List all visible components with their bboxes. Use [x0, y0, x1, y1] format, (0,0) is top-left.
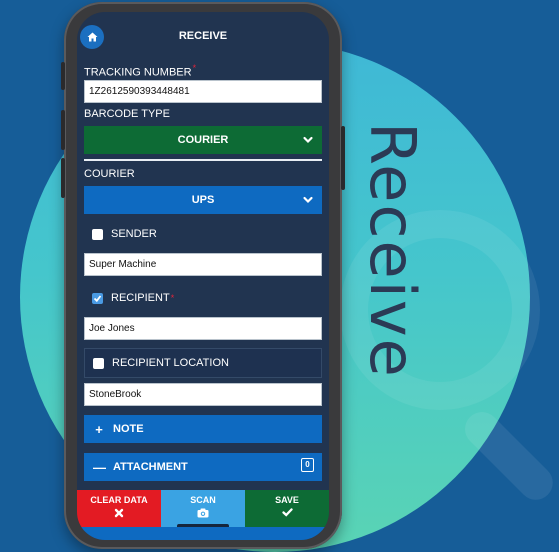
app-screen: RECEIVE TRACKING NUMBER* 1Z2612590393448…: [77, 12, 329, 540]
note-section-toggle[interactable]: + NOTE: [84, 415, 322, 443]
camera-icon: [197, 508, 209, 518]
check-icon: [281, 508, 293, 517]
receive-headline: Receive: [356, 122, 429, 379]
app-header: RECEIVE: [77, 12, 329, 56]
scan-button[interactable]: SCAN: [161, 490, 245, 527]
recipient-location-checkbox[interactable]: [93, 357, 104, 369]
attachment-section-toggle[interactable]: — ATTACHMENT 0: [84, 453, 322, 481]
required-marker: *: [170, 293, 175, 303]
barcode-type-label: BARCODE TYPE: [84, 108, 170, 120]
phone-side-button: [61, 62, 65, 90]
phone-volume-up: [61, 110, 65, 150]
barcode-type-value: COURIER: [177, 134, 229, 146]
required-marker: *: [192, 63, 197, 73]
sender-checkbox[interactable]: [92, 228, 103, 240]
page-title: RECEIVE: [178, 30, 228, 42]
recipient-checkbox-row[interactable]: RECIPIENT *: [84, 284, 322, 312]
sender-checkbox-row[interactable]: SENDER: [84, 220, 322, 248]
sender-label: SENDER: [111, 228, 157, 240]
recipient-location-checkbox-row[interactable]: RECIPIENT LOCATION: [84, 348, 322, 378]
phone-power-button: [341, 126, 345, 190]
barcode-type-select[interactable]: COURIER: [84, 126, 322, 154]
courier-select[interactable]: UPS: [84, 186, 322, 214]
check-icon: [93, 294, 102, 302]
phone-volume-down: [61, 158, 65, 198]
recipient-location-input[interactable]: StoneBrook: [84, 383, 322, 406]
tracking-number-input[interactable]: 1Z2612590393448481: [84, 80, 322, 103]
clear-data-button[interactable]: CLEAR DATA: [77, 490, 161, 527]
tracking-number-label: TRACKING NUMBER*: [84, 63, 197, 79]
bottom-strip: [77, 527, 329, 540]
attachment-label: ATTACHMENT: [113, 461, 188, 473]
courier-label: COURIER: [84, 168, 135, 180]
chevron-down-icon: [303, 136, 313, 144]
recipient-input[interactable]: Joe Jones: [84, 317, 322, 340]
attachment-count-badge: 0: [301, 458, 314, 472]
note-label: NOTE: [113, 423, 144, 435]
x-icon: [114, 508, 124, 518]
minus-icon: —: [93, 459, 106, 475]
sender-input[interactable]: Super Machine: [84, 253, 322, 276]
scan-label: SCAN: [190, 495, 216, 505]
plus-icon: +: [95, 421, 103, 437]
home-indicator: [177, 524, 229, 527]
recipient-checkbox[interactable]: [92, 292, 103, 304]
chevron-down-icon: [303, 196, 313, 204]
action-bar: CLEAR DATA SCAN SAVE: [77, 490, 329, 527]
recipient-label: RECIPIENT: [111, 292, 170, 304]
save-label: SAVE: [275, 495, 299, 505]
courier-value: UPS: [191, 194, 215, 206]
save-button[interactable]: SAVE: [245, 490, 329, 527]
recipient-location-label: RECIPIENT LOCATION: [112, 357, 229, 369]
phone-frame: RECEIVE TRACKING NUMBER* 1Z2612590393448…: [61, 2, 345, 549]
clear-data-label: CLEAR DATA: [90, 495, 148, 505]
